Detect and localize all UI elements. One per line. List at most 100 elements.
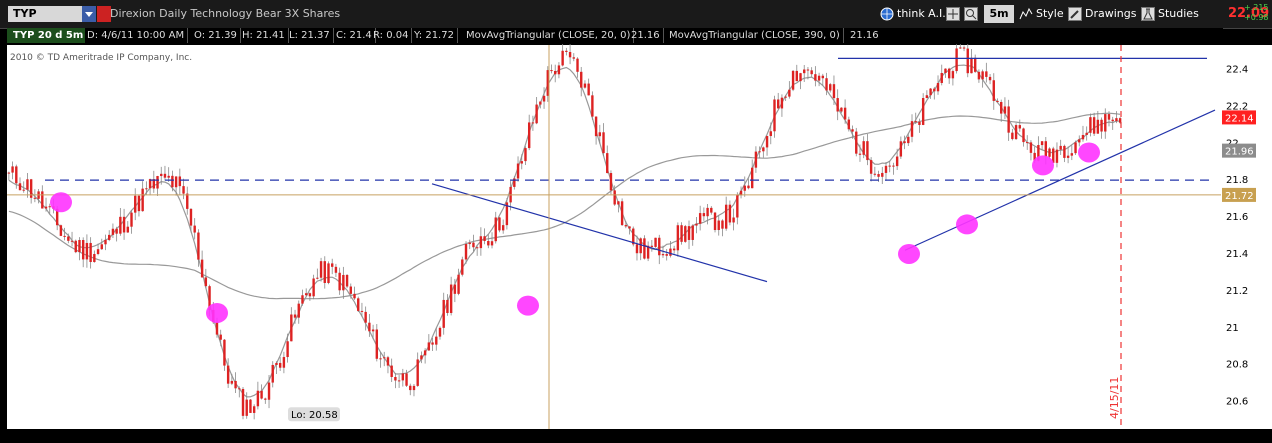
low-label: Lo: 20.58 xyxy=(291,410,338,421)
candle-body xyxy=(397,380,401,382)
candle-body xyxy=(316,277,319,279)
candle-body xyxy=(1104,114,1107,132)
candle-body xyxy=(620,201,624,226)
y-tick-label: 21.8 xyxy=(1226,175,1248,186)
candle-body xyxy=(357,298,360,311)
candle-body xyxy=(609,173,613,191)
candle-body xyxy=(163,173,167,178)
symbol-input[interactable]: TYP xyxy=(8,6,82,22)
candle-body xyxy=(903,141,906,144)
candle-body xyxy=(777,99,780,109)
candle-body xyxy=(70,240,74,242)
candle-body xyxy=(565,50,568,52)
pivot-marker xyxy=(1032,155,1054,176)
study-2-value: 21.16 xyxy=(850,30,879,41)
candle-body xyxy=(851,129,854,132)
net-change: +.215 xyxy=(1244,3,1269,12)
candle-body xyxy=(803,69,806,74)
symbol-menu-icon[interactable] xyxy=(97,6,111,22)
candle-body xyxy=(435,336,438,345)
candle-body xyxy=(67,236,70,241)
candle-body xyxy=(881,172,884,177)
aggregation-label[interactable]: TYP 20 d 5m xyxy=(7,28,85,43)
candle-body xyxy=(784,96,787,98)
candle-body xyxy=(977,71,981,80)
zoom-tool-icon[interactable] xyxy=(964,5,978,23)
candle-body xyxy=(554,70,557,75)
candle-body xyxy=(892,165,895,167)
candle-body xyxy=(245,399,248,416)
candle-body xyxy=(475,247,479,249)
candle-body xyxy=(22,189,25,191)
candle-body xyxy=(658,237,661,256)
pencil-icon xyxy=(1068,7,1082,21)
candle-body xyxy=(914,121,917,123)
candle-body xyxy=(955,48,958,72)
candle-body xyxy=(383,357,386,359)
candle-body xyxy=(115,228,118,234)
candle-body xyxy=(829,84,832,91)
candle-body xyxy=(695,223,698,226)
candle-body xyxy=(81,239,85,260)
candle-body xyxy=(929,88,932,96)
candle-body xyxy=(799,73,802,82)
candle-body xyxy=(643,238,646,259)
candle-body xyxy=(174,176,178,188)
candle-body xyxy=(171,175,174,188)
candle-body xyxy=(219,334,222,340)
candle-body xyxy=(665,254,668,256)
candle-body xyxy=(438,327,442,337)
candle-body xyxy=(947,68,951,79)
candle-body xyxy=(888,165,891,167)
candle-body xyxy=(461,259,464,275)
candle-body xyxy=(1007,106,1010,133)
candle-body xyxy=(1074,142,1077,154)
candle-body xyxy=(684,226,687,242)
candle-body xyxy=(278,362,282,368)
candle-body xyxy=(814,74,817,81)
chart-info-bar: TYP 20 d 5m D: 4/6/11 10:00 AM O: 21.39 … xyxy=(7,28,1223,43)
style-icon xyxy=(1019,7,1033,20)
symbol-dropdown-icon[interactable] xyxy=(82,6,96,22)
candle-body xyxy=(884,165,888,173)
candle-body xyxy=(371,329,375,332)
candle-body xyxy=(446,299,449,313)
crosshair-tool-icon[interactable] xyxy=(946,5,960,23)
study-1-value: 21.16 xyxy=(631,28,664,43)
candle-body xyxy=(18,183,22,191)
bar-range: R: 0.04 xyxy=(373,28,413,43)
candle-body xyxy=(966,48,969,74)
candle-body xyxy=(104,239,107,245)
candle-body xyxy=(973,57,977,72)
candle-body xyxy=(654,237,657,247)
pivot-marker xyxy=(50,192,72,213)
candle-body xyxy=(791,70,795,90)
timeframe-button[interactable]: 5m xyxy=(984,5,1014,23)
candle-body xyxy=(100,244,103,250)
candle-body xyxy=(63,235,66,237)
candle-body xyxy=(1026,142,1029,144)
candle-body xyxy=(762,147,765,152)
candle-body xyxy=(669,248,672,256)
candle-body xyxy=(364,311,367,323)
candle-body xyxy=(907,136,910,144)
candle-body xyxy=(1003,106,1007,114)
candle-body xyxy=(858,153,862,155)
candle-body xyxy=(713,212,717,231)
candle-body xyxy=(724,204,728,229)
candle-body xyxy=(1085,132,1088,135)
candle-body xyxy=(1048,148,1051,157)
symbol-description: Direxion Daily Technology Bear 3X Shares xyxy=(110,7,341,20)
candle-body xyxy=(855,131,858,154)
candle-body xyxy=(119,216,122,234)
candle-body xyxy=(524,148,527,162)
candle-body xyxy=(680,225,683,242)
candle-body xyxy=(141,188,144,212)
candle-body xyxy=(156,176,159,189)
cursor-value: Y: 21.72 xyxy=(414,28,458,43)
candle-body xyxy=(122,216,126,233)
candle-body xyxy=(78,239,81,253)
price-chart[interactable]: 2010 © TD Ameritrade IP Company, Inc. 22… xyxy=(0,44,1272,443)
candle-body xyxy=(327,263,330,283)
candle-body xyxy=(962,47,966,49)
